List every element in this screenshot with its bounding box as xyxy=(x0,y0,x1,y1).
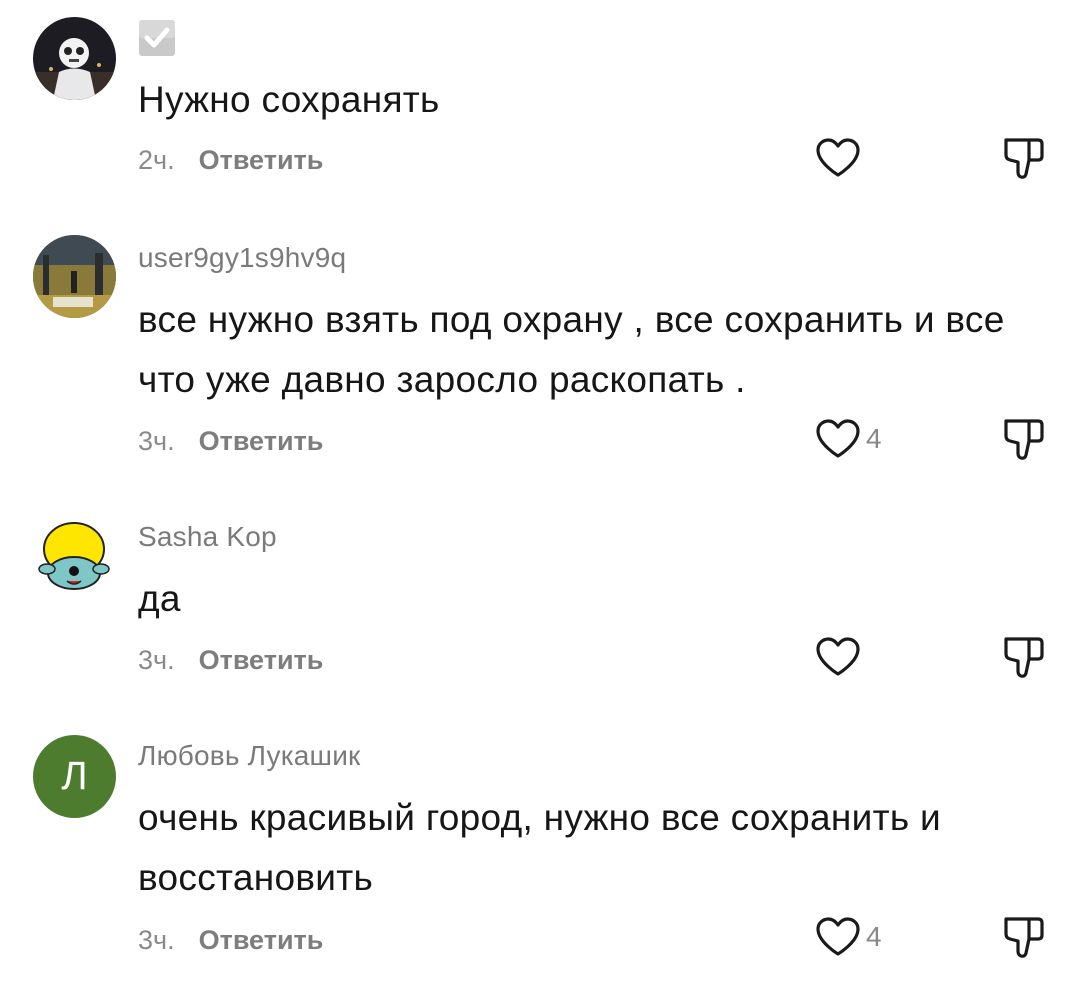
comment-username[interactable]: Sasha Kop xyxy=(138,521,277,553)
comment-meta: 2ч. Ответить xyxy=(138,145,323,176)
comment-item: Sasha Kop да 3ч. Ответить xyxy=(0,490,1080,710)
comment-username[interactable]: user9gy1s9hv9q xyxy=(138,242,346,274)
thumbs-down-icon xyxy=(1004,637,1044,678)
comment-text: все нужно взять под охрану , все сохрани… xyxy=(138,299,1005,400)
heart-icon xyxy=(816,917,860,956)
reply-button[interactable]: Ответить xyxy=(199,925,324,955)
comment-item: Нужно сохранять 2ч. Ответить xyxy=(0,0,1080,210)
comment-time: 3ч. xyxy=(138,925,175,955)
heart-icon xyxy=(816,419,860,458)
like-button[interactable]: 4 xyxy=(814,913,882,961)
thumbs-down-icon xyxy=(1004,138,1044,179)
comment-time: 3ч. xyxy=(138,645,175,675)
like-button[interactable] xyxy=(814,134,866,182)
comment-meta: 3ч. Ответить xyxy=(138,925,323,956)
comment-meta: 3ч. Ответить xyxy=(138,645,323,676)
heart-icon xyxy=(816,637,860,676)
comment-time: 2ч. xyxy=(138,145,175,175)
thumbs-down-icon xyxy=(1004,419,1044,460)
comment-text: да xyxy=(138,578,181,619)
like-button[interactable] xyxy=(814,633,866,681)
avatar[interactable] xyxy=(33,17,116,100)
reply-button[interactable]: Ответить xyxy=(199,145,324,175)
comment-item: Л Любовь Лукашик очень красивый город, н… xyxy=(0,710,1080,1001)
dislike-button[interactable] xyxy=(1000,915,1046,961)
comment-item: user9gy1s9hv9q все нужно взять под охран… xyxy=(0,210,1080,490)
comment-time: 3ч. xyxy=(138,426,175,456)
like-button[interactable]: 4 xyxy=(814,415,882,463)
verified-icon xyxy=(138,19,176,57)
heart-icon xyxy=(816,138,860,177)
dislike-button[interactable] xyxy=(1000,635,1046,681)
like-count: 4 xyxy=(866,921,882,952)
thumbs-down-icon xyxy=(1004,917,1044,958)
reply-button[interactable]: Ответить xyxy=(199,426,324,456)
dislike-button[interactable] xyxy=(1000,136,1046,182)
avatar[interactable] xyxy=(33,515,116,598)
reply-button[interactable]: Ответить xyxy=(199,645,324,675)
avatar[interactable] xyxy=(33,235,116,318)
like-count: 4 xyxy=(866,423,882,454)
dislike-button[interactable] xyxy=(1000,417,1046,463)
comment-text: очень красивый город, нужно все сохранит… xyxy=(138,797,941,898)
avatar[interactable]: Л xyxy=(33,735,116,818)
comment-meta: 3ч. Ответить xyxy=(138,426,323,457)
comment-username[interactable]: Любовь Лукашик xyxy=(138,740,361,772)
comment-text: Нужно сохранять xyxy=(138,79,440,120)
